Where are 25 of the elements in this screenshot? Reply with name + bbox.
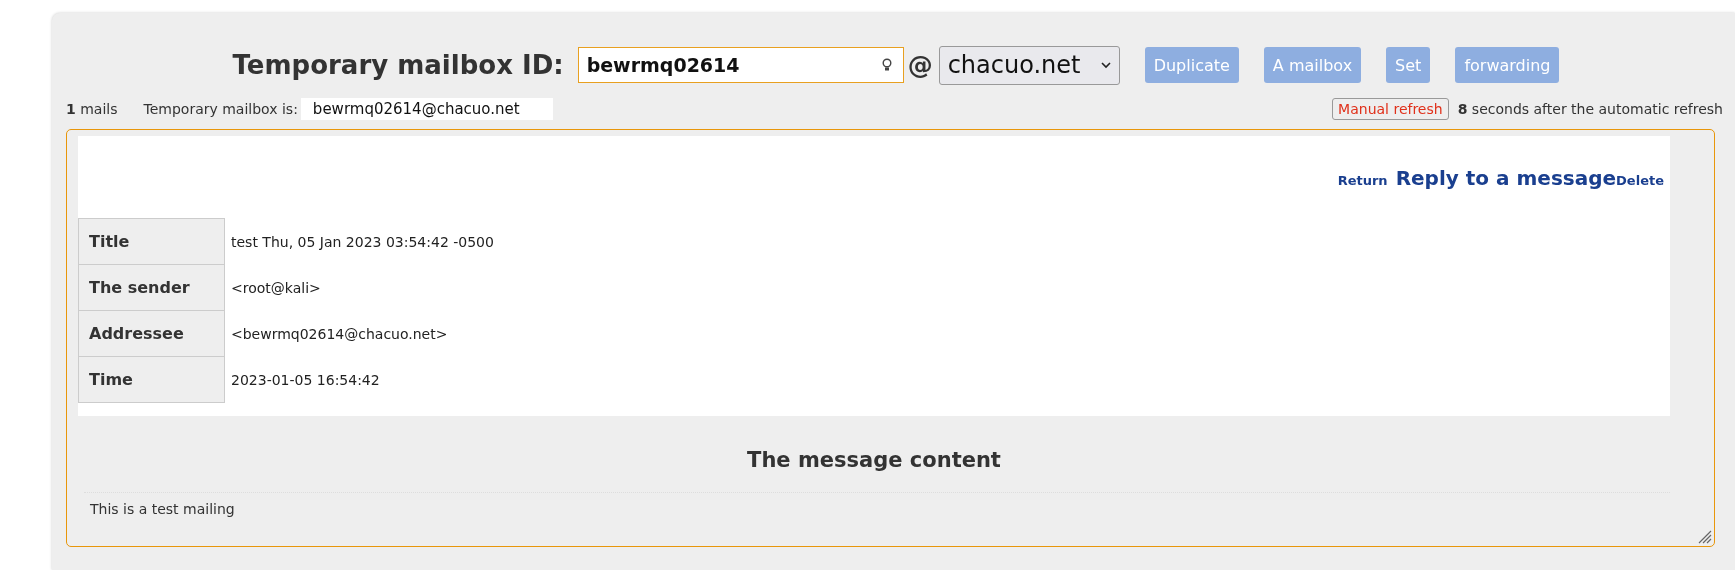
- message-body: This is a test mailing: [84, 492, 1670, 525]
- address-field[interactable]: bewrmq02614@chacuo.net: [300, 98, 553, 120]
- refresh-button[interactable]: Manual refresh: [1332, 98, 1449, 120]
- field-label: Addressee: [78, 310, 225, 357]
- mail-count: 1 mails: [66, 101, 118, 117]
- field-value: <bewrmq02614@chacuo.net>: [224, 310, 496, 357]
- message-link[interactable]: Return: [1337, 173, 1388, 188]
- message-link[interactable]: Reply to a message: [1395, 166, 1617, 190]
- field-value: <root@kali>: [224, 264, 496, 311]
- mailbox-id-label: Temporary mailbox ID:: [232, 50, 564, 80]
- lightbulb-icon: [881, 58, 892, 72]
- field-value: test Thu, 05 Jan 2023 03:54:42 -0500: [224, 218, 496, 265]
- content-heading: The message content: [746, 448, 1002, 472]
- address-label: Temporary mailbox is:: [143, 101, 298, 117]
- auto-refresh-text: 8 seconds after the automatic refresh: [1457, 101, 1723, 117]
- mailbox-id-field[interactable]: bewrmq02614: [577, 47, 904, 83]
- resize-grip-icon[interactable]: [1698, 530, 1712, 544]
- domain-select[interactable]: chacuo.net: [938, 45, 1120, 85]
- field-label: Time: [78, 356, 225, 403]
- field-value: 2023-01-05 16:54:42: [224, 356, 496, 403]
- field-label: Title: [78, 218, 225, 265]
- at-sign: @: [907, 50, 933, 80]
- message-link[interactable]: Delete: [1616, 173, 1664, 188]
- chevron-down-icon: [1100, 61, 1111, 69]
- field-label: The sender: [78, 264, 225, 311]
